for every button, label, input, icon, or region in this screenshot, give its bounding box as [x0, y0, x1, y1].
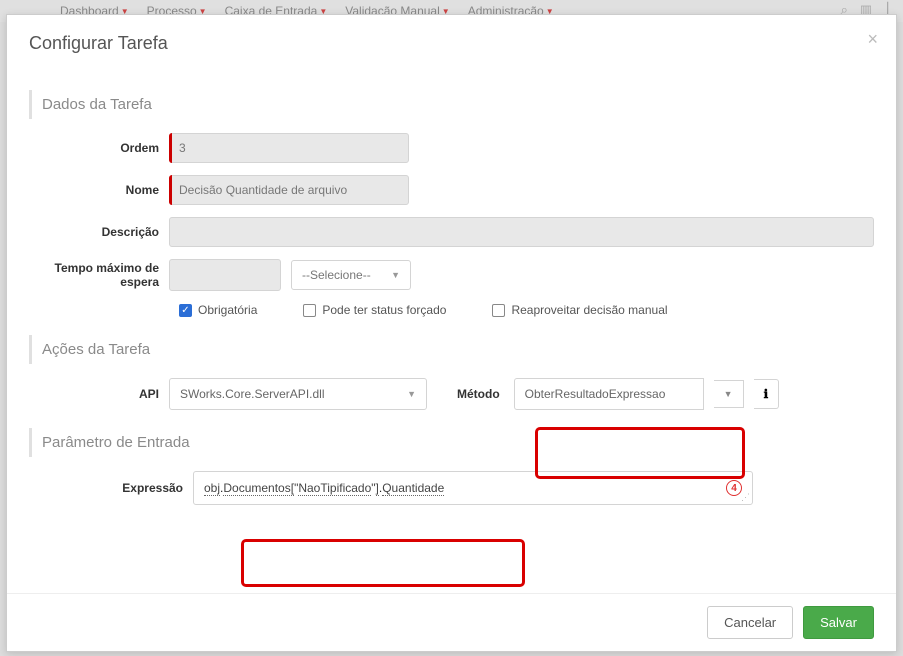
resize-grip-icon[interactable]: ⋰ [741, 493, 750, 502]
metodo-dropdown-toggle[interactable]: ▼ [714, 380, 744, 408]
required-indicator [169, 175, 172, 205]
row-api-metodo: API SWorks.Core.ServerAPI.dll▼ Método Ob… [29, 378, 874, 410]
section-dados-tarefa: Dados da Tarefa [29, 90, 874, 119]
metodo-info-button[interactable]: ℹ [754, 379, 780, 409]
row-nome: Nome [29, 175, 874, 205]
section-acoes-tarefa: Ações da Tarefa [29, 335, 874, 364]
checkbox-reaproveitar[interactable]: Reaproveitar decisão manual [492, 303, 667, 317]
tempo-value-input[interactable] [169, 259, 281, 291]
chevron-down-icon: ▼ [407, 389, 416, 399]
modal-header: Configurar Tarefa [7, 15, 896, 64]
tempo-unit-select[interactable]: --Selecione--▼ [291, 260, 411, 290]
modal-footer: Cancelar Salvar [7, 593, 896, 651]
label-expressao: Expressão [103, 481, 183, 495]
api-select[interactable]: SWorks.Core.ServerAPI.dll▼ [169, 378, 427, 410]
modal-body: Dados da Tarefa Ordem Nome Descrição Tem… [7, 64, 896, 593]
label-ordem: Ordem [29, 141, 159, 155]
section-parametro-entrada: Parâmetro de Entrada [29, 428, 874, 457]
label-descricao: Descrição [29, 225, 159, 239]
nome-input[interactable] [169, 175, 409, 205]
row-ordem: Ordem [29, 133, 874, 163]
chevron-down-icon: ▼ [391, 270, 400, 280]
cancel-button[interactable]: Cancelar [707, 606, 793, 639]
required-indicator [169, 133, 172, 163]
row-descricao: Descrição [29, 217, 874, 247]
row-expressao: Expressão obj.Documentos["NaoTipificado"… [103, 471, 874, 505]
checkbox-icon: ✓ [179, 304, 192, 317]
label-nome: Nome [29, 183, 159, 197]
checkbox-icon [303, 304, 316, 317]
modal-title: Configurar Tarefa [29, 33, 874, 54]
descricao-input[interactable] [169, 217, 874, 247]
label-api: API [29, 387, 159, 401]
metodo-select[interactable]: ObterResultadoExpressao [514, 378, 704, 410]
label-metodo: Método [457, 387, 500, 401]
checkbox-status-forcado[interactable]: Pode ter status forçado [303, 303, 446, 317]
save-button[interactable]: Salvar [803, 606, 874, 639]
checkbox-icon [492, 304, 505, 317]
checkbox-row: ✓ Obrigatória Pode ter status forçado Re… [179, 303, 874, 317]
close-icon[interactable]: × [867, 29, 878, 50]
expressao-input[interactable]: obj.Documentos["NaoTipificado"].Quantida… [193, 471, 753, 505]
step-badge-4: 4 [726, 480, 742, 496]
label-tempo: Tempo máximo de espera [29, 261, 159, 290]
row-tempo-espera: Tempo máximo de espera --Selecione--▼ [29, 259, 874, 291]
ordem-input[interactable] [169, 133, 409, 163]
checkbox-obrigatoria[interactable]: ✓ Obrigatória [179, 303, 257, 317]
expressao-text: obj.Documentos["NaoTipificado"].Quantida… [204, 481, 444, 495]
info-icon: ℹ [764, 387, 769, 401]
configurar-tarefa-modal: × Configurar Tarefa Dados da Tarefa Orde… [6, 14, 897, 652]
